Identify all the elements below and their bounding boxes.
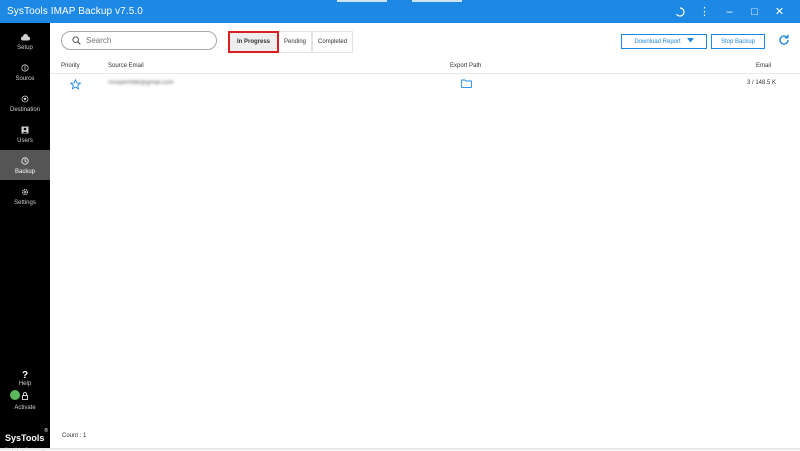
search-box[interactable] [61,31,217,50]
caret-down-icon [686,38,694,45]
source-email-value: rossperr986@gmail.com [108,80,174,86]
col-source-email: Source Email [108,63,144,69]
close-icon[interactable]: ✕ [767,0,792,23]
download-report-label: Download Report [634,38,681,45]
more-icon[interactable]: ⋮ [692,0,717,23]
title-bar: SysTools IMAP Backup v7.5.0 ⋮ – □ ✕ [0,0,800,23]
sidebar-item-label: Settings [14,199,36,206]
col-export-path: Export Path [450,63,482,69]
status-dot-icon [10,390,20,400]
col-priority: Priority [61,63,80,69]
sidebar-item-users[interactable]: Users [0,119,50,149]
sidebar-item-label: Destination [9,106,41,113]
cloud-icon [20,32,30,43]
activate-button[interactable]: Activate [0,390,50,414]
gear-icon [21,187,29,198]
email-progress-value: 3 / 148.5 K [747,80,777,86]
folder-icon[interactable] [461,79,472,90]
sidebar-item-label: Setup [17,44,33,51]
stop-backup-button[interactable]: Stop Backup [711,34,765,49]
search-icon [72,32,81,50]
count-label: Count : 1 [62,433,87,439]
main-panel: In Progress Pending Completed Download R… [50,23,800,450]
help-button[interactable]: ? Help [0,370,50,388]
download-report-button[interactable]: Download Report [621,34,707,49]
table-header: Priority Source Email Export Path Email [50,61,800,74]
loading-icon [667,0,692,23]
maximize-icon[interactable]: □ [742,0,767,23]
target-icon [21,94,29,105]
window-controls: ⋮ – □ ✕ [667,0,792,23]
title-tab-indicator [412,0,462,2]
sidebar-item-label: Backup [14,168,35,175]
lock-icon [22,392,28,402]
tab-pending[interactable]: Pending [279,31,313,53]
brand-reg: ® [44,428,49,434]
sidebar-item-settings[interactable]: Settings [0,181,50,211]
title-tab-indicator [337,0,387,2]
table-row[interactable]: rossperr986@gmail.com 3 / 148.5 K [50,76,800,96]
tab-in-progress[interactable]: In Progress [228,31,279,53]
sidebar-item-label: Source [15,75,35,82]
activate-label: Activate [14,405,36,411]
sidebar-item-setup[interactable]: Setup [0,26,50,56]
sidebar-item-label: Users [17,137,33,144]
status-tabs: In Progress Pending Completed [228,31,354,53]
help-icon: ? [21,370,29,381]
sidebar-item-destination[interactable]: Destination [0,88,50,118]
star-icon[interactable] [69,78,82,92]
minimize-icon[interactable]: – [717,0,742,23]
sidebar-item-source[interactable]: Source [0,57,50,87]
col-email: Email [756,63,772,69]
source-icon [21,63,29,74]
refresh-icon[interactable] [778,33,792,47]
tab-completed[interactable]: Completed [312,31,354,53]
brand-name: SysTools [5,433,45,443]
clock-icon [21,156,29,167]
sidebar-item-backup[interactable]: Backup [0,150,50,180]
sidebar: Setup Source Destination Users Backup Se… [0,23,50,451]
user-icon [21,125,29,136]
help-label: Help [18,381,32,387]
app-title: SysTools IMAP Backup v7.5.0 [7,6,143,17]
search-input[interactable] [86,36,196,45]
